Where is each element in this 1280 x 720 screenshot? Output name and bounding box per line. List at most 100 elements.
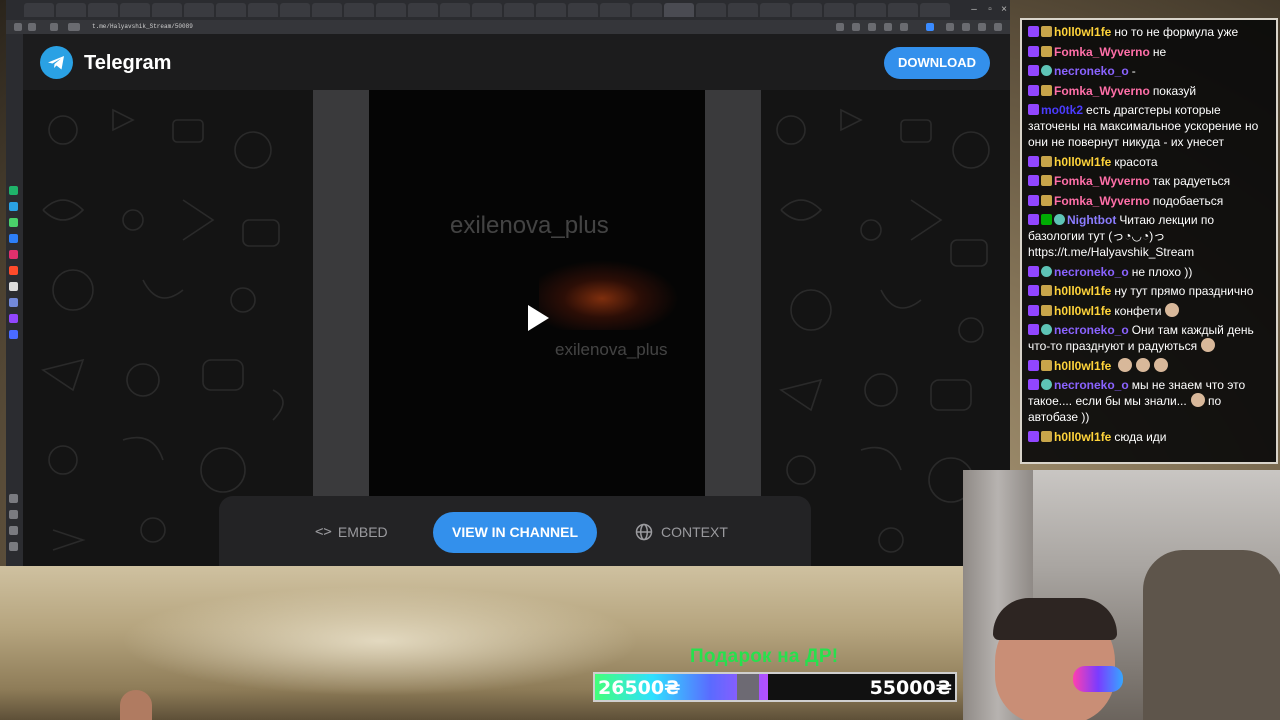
- browser-tab[interactable]: [760, 3, 790, 17]
- streamer-hair: [993, 598, 1117, 640]
- browser-tab[interactable]: [632, 3, 662, 17]
- sidebar-app-icon[interactable]: [9, 266, 18, 275]
- chat-username[interactable]: h0ll0wl1fe: [1054, 430, 1111, 444]
- chat-username[interactable]: necroneko_o: [1054, 323, 1129, 337]
- browser-tab[interactable]: [920, 3, 950, 17]
- chat-username[interactable]: Fomka_Wyverno: [1054, 45, 1150, 59]
- browser-tab[interactable]: [888, 3, 918, 17]
- chat-username[interactable]: h0ll0wl1fe: [1054, 284, 1111, 298]
- browser-tab-active[interactable]: [664, 3, 694, 17]
- chat-message: necroneko_o -: [1028, 63, 1270, 79]
- address-bar[interactable]: t.me/Halyavshik_Stream/50089: [6, 20, 1010, 34]
- post-action-bar: <> EMBED VIEW IN CHANNEL CONTEXT: [219, 496, 811, 566]
- twitch-badge-icon: [1028, 359, 1039, 371]
- chat-username[interactable]: h0ll0wl1fe: [1054, 25, 1111, 39]
- extension-icon[interactable]: [868, 23, 876, 31]
- messenger-icon[interactable]: [9, 234, 18, 243]
- browser-tab[interactable]: [312, 3, 342, 17]
- twitch-badge-icon: [1028, 155, 1039, 167]
- chat-text: так радуеться: [1152, 174, 1231, 188]
- twitch-icon[interactable]: [9, 314, 18, 323]
- bookmarks-icon[interactable]: [9, 526, 18, 535]
- browser-tab[interactable]: [408, 3, 438, 17]
- video-player[interactable]: exilenova_plus exilenova_plus: [369, 90, 705, 496]
- chat-username[interactable]: h0ll0wl1fe: [1054, 359, 1111, 373]
- back-icon[interactable]: [14, 23, 22, 31]
- browser-tab[interactable]: [88, 3, 118, 17]
- chat-username[interactable]: necroneko_o: [1054, 265, 1129, 279]
- instagram-icon[interactable]: [9, 250, 18, 259]
- extension-icon[interactable]: [900, 23, 908, 31]
- browser-tab[interactable]: [728, 3, 758, 17]
- browser-tab[interactable]: [856, 3, 886, 17]
- browser-tab[interactable]: [696, 3, 726, 17]
- chat-username[interactable]: necroneko_o: [1054, 378, 1129, 392]
- play-icon[interactable]: [528, 305, 549, 331]
- view-in-channel-button[interactable]: VIEW IN CHANNEL: [433, 512, 597, 553]
- chat-username[interactable]: Fomka_Wyverno: [1054, 84, 1150, 98]
- chat-text: конфети: [1114, 303, 1162, 318]
- telegram-icon[interactable]: [9, 202, 18, 211]
- extension-icon[interactable]: [978, 23, 986, 31]
- telegram-title[interactable]: Telegram: [84, 51, 171, 75]
- discord-icon[interactable]: [9, 298, 18, 307]
- twitch-badge-icon: [1028, 104, 1039, 115]
- chat-username[interactable]: Fomka_Wyverno: [1054, 194, 1150, 208]
- context-button[interactable]: CONTEXT: [635, 522, 728, 542]
- chat-username[interactable]: mo0tk2: [1041, 103, 1083, 117]
- maximize-icon[interactable]: ▫: [984, 4, 996, 16]
- extension-icon[interactable]: [962, 23, 970, 31]
- minimize-icon[interactable]: –: [968, 4, 980, 16]
- browser-tab[interactable]: [248, 3, 278, 17]
- menu-icon[interactable]: [994, 23, 1002, 31]
- close-icon[interactable]: ×: [998, 4, 1010, 16]
- browser-tab[interactable]: [24, 3, 54, 17]
- forward-icon[interactable]: [28, 23, 36, 31]
- embed-button[interactable]: <> EMBED: [315, 522, 388, 542]
- chat-username[interactable]: h0ll0wl1fe: [1054, 155, 1111, 169]
- download-button[interactable]: DOWNLOAD: [884, 47, 990, 79]
- chat-username[interactable]: Nightbot: [1067, 213, 1116, 227]
- chat-message: h0ll0wl1fe ну тут прямо празднично: [1028, 283, 1270, 299]
- browser-tab[interactable]: [184, 3, 214, 17]
- extension-icon[interactable]: [884, 23, 892, 31]
- video-watermark: exilenova_plus: [555, 340, 668, 359]
- chat-username[interactable]: Fomka_Wyverno: [1054, 174, 1150, 188]
- extension-icon[interactable]: [946, 23, 954, 31]
- chat-username[interactable]: necroneko_o: [1054, 64, 1129, 78]
- site-info-icon[interactable]: [68, 23, 80, 31]
- settings-icon[interactable]: [9, 494, 18, 503]
- browser-tab[interactable]: [280, 3, 310, 17]
- browser-tab[interactable]: [440, 3, 470, 17]
- browser-tab[interactable]: [536, 3, 566, 17]
- browser-tab[interactable]: [792, 3, 822, 17]
- extension-icon[interactable]: [836, 23, 844, 31]
- browser-tab[interactable]: [376, 3, 406, 17]
- browser-tab[interactable]: [824, 3, 854, 17]
- browser-tab[interactable]: [120, 3, 150, 17]
- downloads-icon[interactable]: [9, 542, 18, 551]
- browser-tab[interactable]: [344, 3, 374, 17]
- chat-username[interactable]: h0ll0wl1fe: [1054, 304, 1111, 318]
- whatsapp-icon[interactable]: [9, 218, 18, 227]
- extension-icon[interactable]: [852, 23, 860, 31]
- browser-tab[interactable]: [504, 3, 534, 17]
- context-label: CONTEXT: [661, 524, 728, 540]
- history-icon[interactable]: [9, 510, 18, 519]
- browser-tab[interactable]: [472, 3, 502, 17]
- telegram-header: Telegram DOWNLOAD: [23, 34, 1010, 90]
- sidebar-app-icon[interactable]: [9, 186, 18, 195]
- sidebar-app-icon[interactable]: [9, 330, 18, 339]
- twitch-badge-icon: [1028, 194, 1039, 206]
- reload-icon[interactable]: [50, 23, 58, 31]
- browser-tab[interactable]: [568, 3, 598, 17]
- video-fire-glow: [539, 260, 679, 330]
- extension-icon[interactable]: [926, 23, 934, 31]
- browser-window: – ▫ × t.me/Halyavshik_Stream/50089 Teleg…: [6, 0, 1010, 566]
- browser-tab[interactable]: [56, 3, 86, 17]
- browser-tab[interactable]: [216, 3, 246, 17]
- x-icon[interactable]: [9, 282, 18, 291]
- url-text[interactable]: t.me/Halyavshik_Stream/50089: [92, 22, 193, 32]
- browser-tab[interactable]: [600, 3, 630, 17]
- browser-tab[interactable]: [152, 3, 182, 17]
